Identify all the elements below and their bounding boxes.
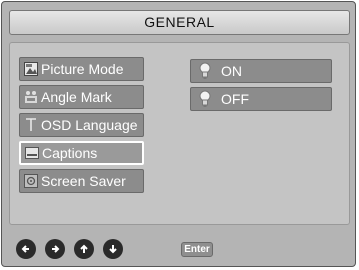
down-arrow-icon[interactable]	[103, 239, 123, 259]
picture-mode-icon	[24, 62, 38, 76]
option-off[interactable]: OFF	[190, 87, 332, 111]
menu-item-label: Picture Mode	[41, 61, 124, 77]
enter-button[interactable]: Enter	[181, 242, 213, 257]
bulb-icon	[197, 90, 213, 108]
left-arrow-icon[interactable]	[16, 239, 36, 259]
option-label: ON	[221, 63, 242, 79]
osd-window: GENERAL Picture Mode Angle Mark OSD Lang…	[1, 1, 356, 267]
main-menu: Picture Mode Angle Mark OSD Language Cap…	[19, 57, 144, 197]
osd-language-icon	[24, 118, 38, 132]
control-bar: Enter	[9, 235, 350, 262]
option-list: ON OFF	[190, 59, 332, 115]
menu-item-osd-language[interactable]: OSD Language	[19, 113, 144, 137]
menu-title: GENERAL	[9, 10, 350, 35]
up-arrow-icon[interactable]	[74, 239, 94, 259]
menu-item-label: Angle Mark	[41, 89, 112, 105]
bulb-icon	[197, 62, 213, 80]
option-label: OFF	[221, 91, 249, 107]
menu-item-picture-mode[interactable]: Picture Mode	[19, 57, 144, 81]
screen-saver-icon	[24, 174, 38, 188]
menu-item-screen-saver[interactable]: Screen Saver	[19, 169, 144, 193]
right-arrow-icon[interactable]	[45, 239, 65, 259]
menu-item-captions[interactable]: Captions	[19, 141, 144, 165]
option-on[interactable]: ON	[190, 59, 332, 83]
angle-mark-icon	[24, 90, 38, 104]
content-panel: Picture Mode Angle Mark OSD Language Cap…	[9, 42, 350, 225]
menu-item-label: OSD Language	[41, 117, 138, 133]
menu-item-angle-mark[interactable]: Angle Mark	[19, 85, 144, 109]
menu-item-label: Captions	[42, 145, 98, 161]
captions-icon	[25, 146, 39, 160]
menu-item-label: Screen Saver	[41, 173, 126, 189]
